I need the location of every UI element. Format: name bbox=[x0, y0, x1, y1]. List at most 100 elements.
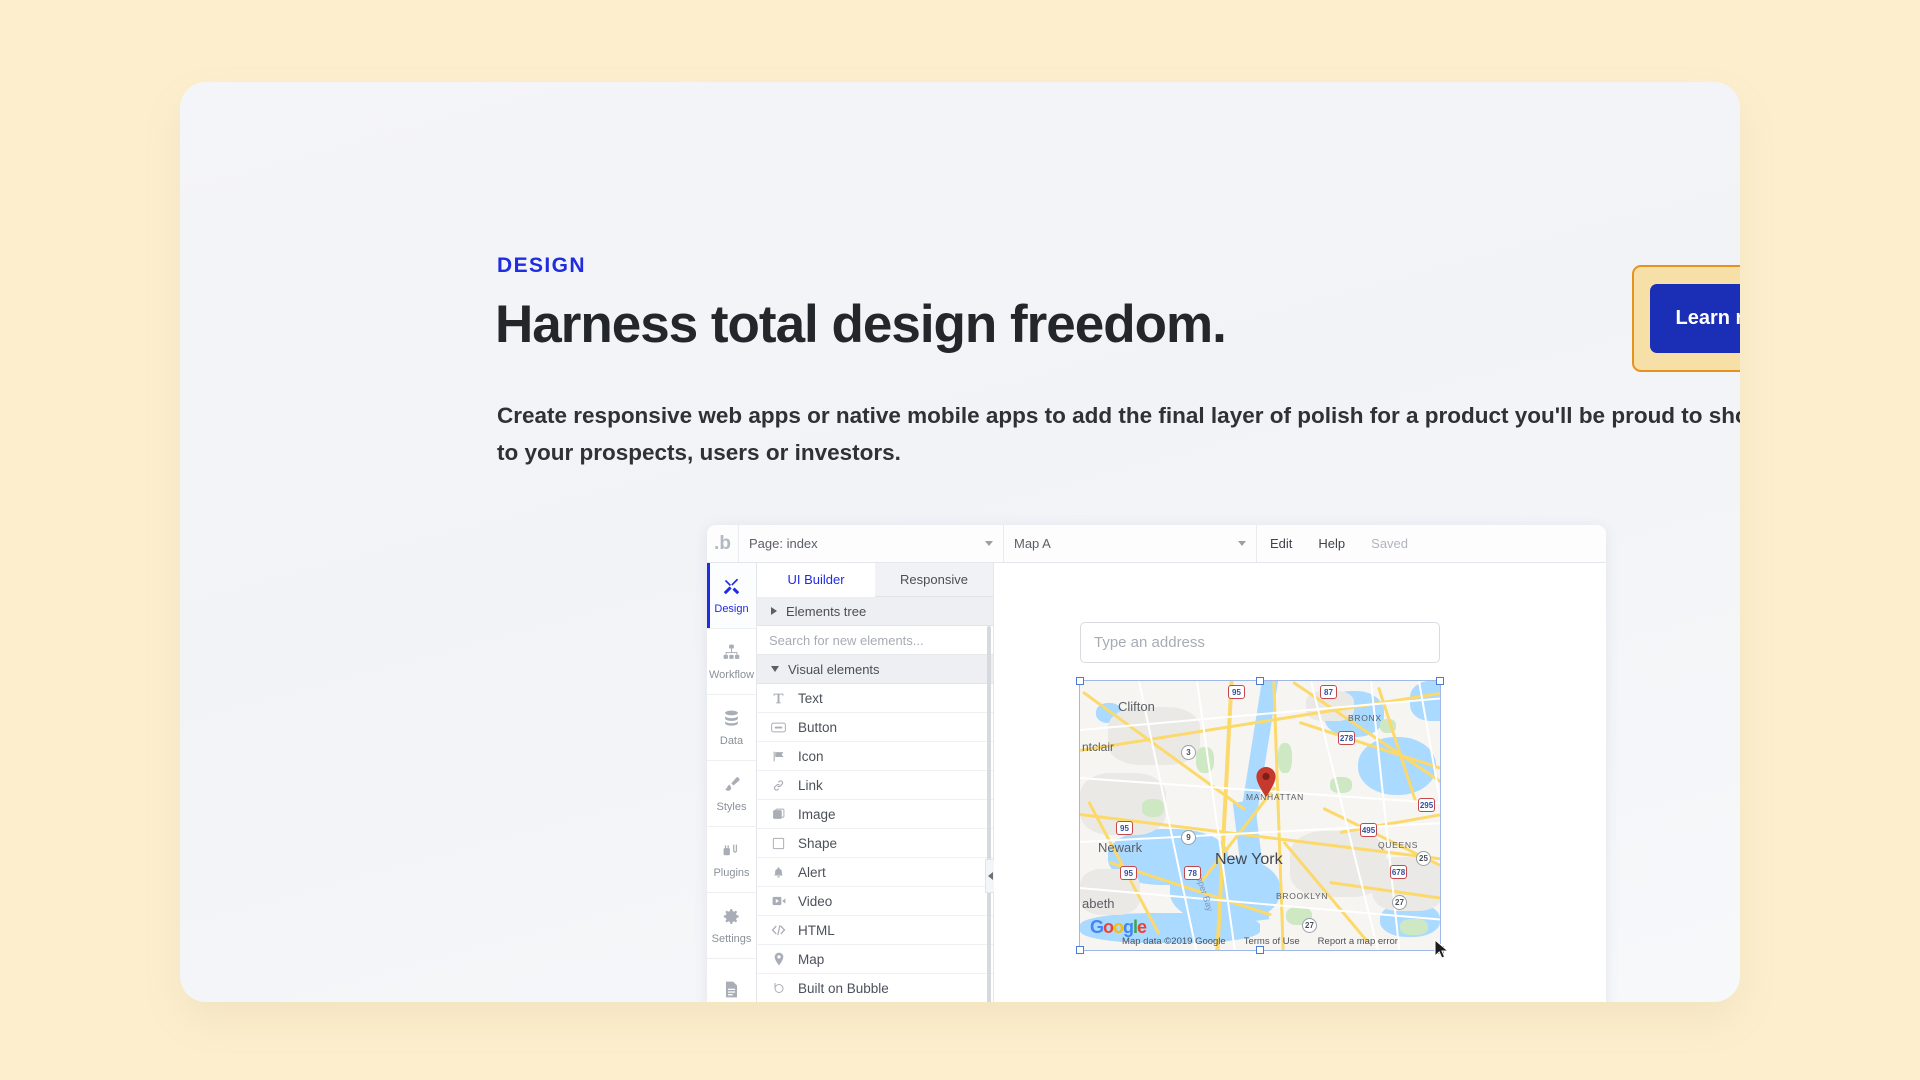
element-item-label: Alert bbox=[798, 864, 826, 880]
highway-shield: 3 bbox=[1181, 745, 1196, 760]
sidebar-item-label: Workflow bbox=[708, 668, 755, 681]
bubble-logo-icon[interactable]: .b bbox=[707, 525, 739, 562]
element-item-label: Button bbox=[798, 719, 838, 735]
elements-tree-header[interactable]: Elements tree bbox=[757, 597, 993, 626]
element-item-label: Image bbox=[798, 806, 836, 822]
page-select-label: Page: index bbox=[749, 536, 818, 551]
element-item-button[interactable]: Button bbox=[757, 713, 993, 742]
highway-shield: 678 bbox=[1390, 865, 1407, 879]
highway-shield: 95 bbox=[1116, 821, 1133, 835]
sidebar-item-workflow[interactable]: Workflow bbox=[707, 629, 756, 695]
editor-body: Design Workflow Data Styles Plugins Sett… bbox=[707, 563, 1606, 1002]
map-data-credit: Map data ©2019 Google bbox=[1122, 936, 1226, 947]
tab-responsive[interactable]: Responsive bbox=[875, 563, 993, 597]
sidebar-item-logs[interactable] bbox=[707, 959, 756, 1002]
visual-elements-label: Visual elements bbox=[788, 661, 880, 677]
resize-handle-bottom-center[interactable] bbox=[1256, 946, 1264, 954]
sidebar-item-label: Plugins bbox=[713, 866, 750, 879]
element-item-video[interactable]: Video bbox=[757, 887, 993, 916]
element-item-icon[interactable]: Icon bbox=[757, 742, 993, 771]
code-icon bbox=[769, 924, 788, 936]
save-status: Saved bbox=[1371, 536, 1409, 551]
map-element-selection[interactable]: Clifton ntclair BRONX MANHATTAN Newark N… bbox=[1076, 677, 1450, 959]
report-map-error-link[interactable]: Report a map error bbox=[1318, 936, 1398, 947]
brush-icon bbox=[722, 775, 741, 798]
element-item-label: Video bbox=[798, 893, 833, 909]
element-item-shape[interactable]: Shape bbox=[757, 829, 993, 858]
section-eyebrow: DESIGN bbox=[497, 254, 586, 277]
element-item-label: Built on Bubble bbox=[798, 980, 889, 996]
tab-ui-builder[interactable]: UI Builder bbox=[757, 563, 875, 597]
resize-handle-top-center[interactable] bbox=[1256, 677, 1264, 685]
sidebar-item-label: Design bbox=[714, 602, 749, 615]
map-label: Newark bbox=[1098, 840, 1143, 855]
editor-sidebar: Design Workflow Data Styles Plugins Sett… bbox=[707, 563, 757, 1002]
resize-handle-top-right[interactable] bbox=[1436, 677, 1444, 685]
video-icon bbox=[769, 895, 788, 907]
element-item-html[interactable]: HTML bbox=[757, 916, 993, 945]
sidebar-item-data[interactable]: Data bbox=[707, 695, 756, 761]
element-palette: UI Builder Responsive Elements tree Visu… bbox=[757, 563, 994, 1002]
button-icon bbox=[769, 722, 788, 733]
sidebar-item-label: Data bbox=[719, 734, 744, 747]
highway-shield: 95 bbox=[1120, 866, 1137, 880]
panel-collapse-button[interactable] bbox=[985, 859, 994, 893]
element-select[interactable]: Map A bbox=[1004, 525, 1257, 562]
element-select-label: Map A bbox=[1014, 536, 1051, 551]
map-label: ntclair bbox=[1082, 740, 1115, 754]
page-subtitle: Create responsive web apps or native mob… bbox=[497, 403, 1740, 465]
chevron-down-icon bbox=[1238, 541, 1246, 546]
element-item-image[interactable]: Image bbox=[757, 800, 993, 829]
sidebar-item-settings[interactable]: Settings bbox=[707, 893, 756, 959]
bell-icon bbox=[769, 866, 788, 879]
highway-shield: 27 bbox=[1392, 895, 1407, 910]
google-logo: Google bbox=[1090, 917, 1147, 937]
link-icon bbox=[769, 779, 788, 792]
chevron-down-icon bbox=[985, 541, 993, 546]
element-list: Text Button Icon Link Image Shape Alert … bbox=[757, 684, 993, 1002]
text-icon bbox=[769, 692, 788, 705]
database-icon bbox=[722, 709, 741, 732]
element-item-text[interactable]: Text bbox=[757, 684, 993, 713]
element-item-label: Shape bbox=[798, 835, 838, 851]
chevron-down-icon bbox=[771, 666, 779, 672]
highway-shield: 78 bbox=[1184, 866, 1201, 880]
highway-shield: 27 bbox=[1302, 918, 1317, 933]
address-input[interactable] bbox=[1080, 622, 1440, 663]
plug-icon bbox=[722, 841, 741, 864]
feature-card: DESIGN Harness total design freedom. Cre… bbox=[180, 82, 1740, 1002]
palette-scrollbar[interactable] bbox=[987, 626, 991, 1002]
map-label: abeth bbox=[1082, 896, 1115, 911]
editor-toolbar: .b Page: index Map A Edit Help Saved bbox=[707, 525, 1606, 563]
design-icon bbox=[722, 577, 741, 600]
visual-elements-header[interactable]: Visual elements bbox=[757, 655, 993, 684]
image-icon bbox=[769, 808, 788, 821]
map-label: BRONX bbox=[1348, 713, 1382, 723]
learn-more-button[interactable]: Learn more bbox=[1650, 284, 1740, 353]
page-select[interactable]: Page: index bbox=[739, 525, 1004, 562]
sidebar-item-label: Styles bbox=[716, 800, 747, 813]
highway-shield: 278 bbox=[1338, 731, 1355, 745]
sidebar-item-styles[interactable]: Styles bbox=[707, 761, 756, 827]
map-pin-icon bbox=[1255, 767, 1277, 797]
sidebar-item-design[interactable]: Design bbox=[707, 563, 756, 629]
terms-of-use-link[interactable]: Terms of Use bbox=[1244, 936, 1300, 947]
sidebar-item-plugins[interactable]: Plugins bbox=[707, 827, 756, 893]
element-item-label: Link bbox=[798, 777, 823, 793]
highway-shield: 95 bbox=[1228, 685, 1245, 699]
element-item-alert[interactable]: Alert bbox=[757, 858, 993, 887]
element-item-label: Map bbox=[798, 951, 825, 967]
resize-handle-bottom-left[interactable] bbox=[1076, 946, 1084, 954]
bubble-editor-screenshot: .b Page: index Map A Edit Help Saved Des… bbox=[707, 525, 1606, 1002]
search-input[interactable] bbox=[757, 626, 993, 655]
element-item-built-on-bubble[interactable]: Built on Bubble bbox=[757, 974, 993, 1002]
element-item-label: HTML bbox=[798, 922, 835, 938]
edit-menu[interactable]: Edit bbox=[1257, 525, 1305, 562]
highway-shield: 25 bbox=[1416, 851, 1431, 866]
help-menu[interactable]: Help bbox=[1305, 525, 1358, 562]
element-item-link[interactable]: Link bbox=[757, 771, 993, 800]
resize-handle-top-left[interactable] bbox=[1076, 677, 1084, 685]
google-map[interactable]: Clifton ntclair BRONX MANHATTAN Newark N… bbox=[1079, 680, 1441, 951]
editor-canvas: Clifton ntclair BRONX MANHATTAN Newark N… bbox=[985, 563, 1606, 1002]
element-item-map[interactable]: Map bbox=[757, 945, 993, 974]
